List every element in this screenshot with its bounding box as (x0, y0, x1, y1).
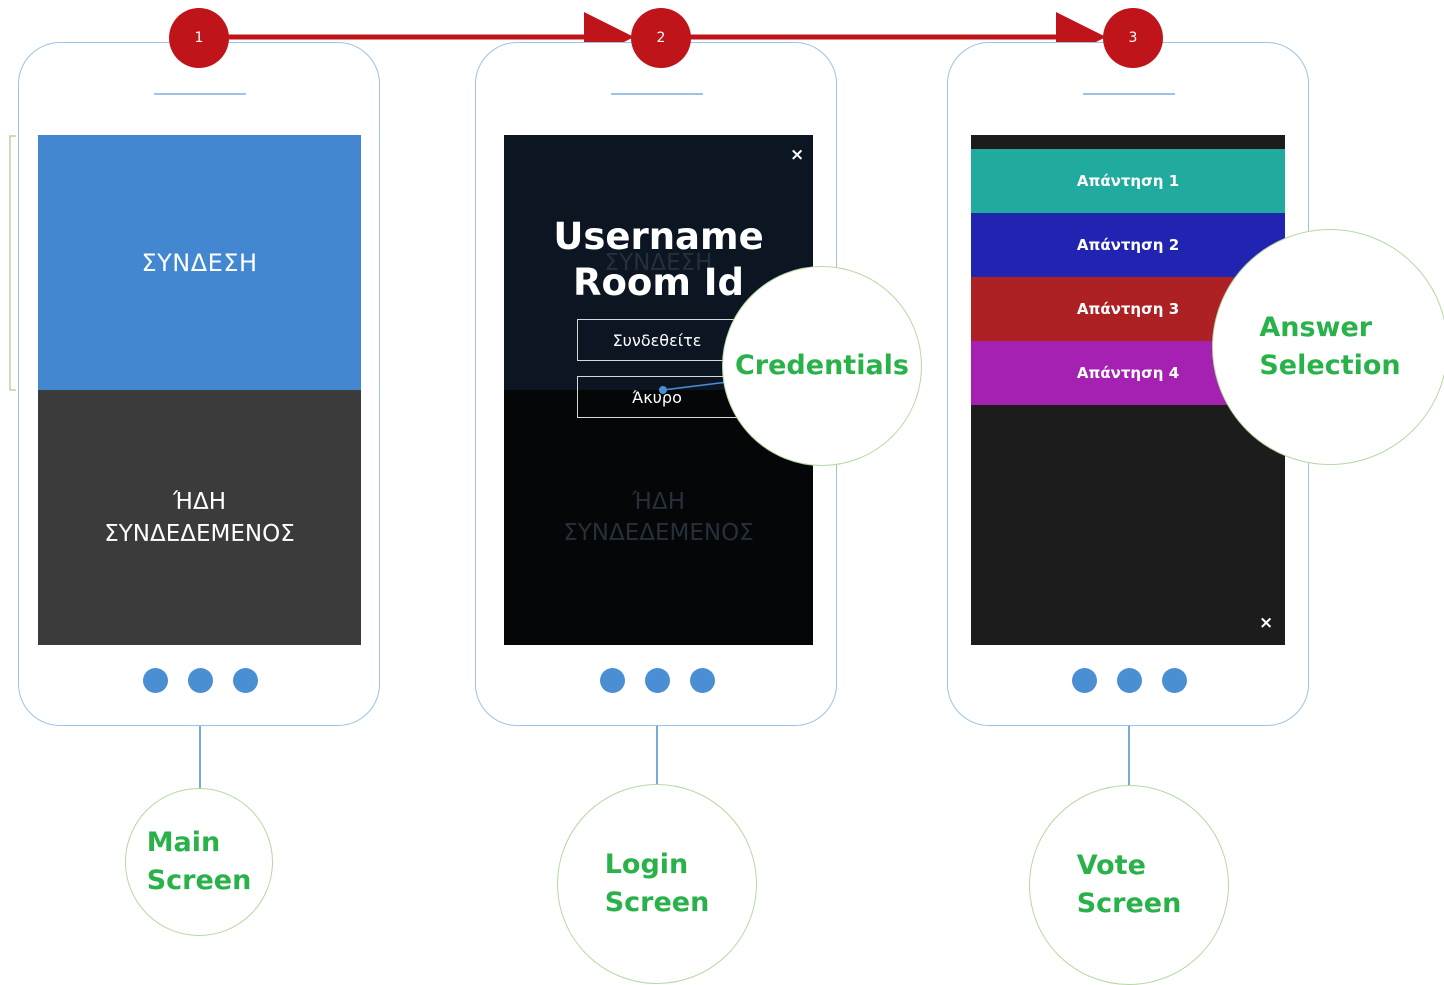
answer-callout-line1: Answer (1259, 312, 1373, 343)
vote-screen-callout: Vote Screen (1029, 785, 1229, 985)
main-callout-line1: Main (146, 827, 221, 858)
login-screen-callout: Login Screen (557, 784, 757, 984)
vote-callout-line1: Vote (1076, 850, 1146, 881)
main-callout-line2: Screen (146, 865, 252, 896)
vote-callout-line2: Screen (1076, 888, 1182, 919)
credentials-callout: Credentials (722, 266, 922, 466)
answer-selection-callout: Answer Selection (1212, 229, 1444, 465)
main-screen-callout: Main Screen (125, 788, 273, 936)
answer-callout-line2: Selection (1259, 350, 1401, 381)
credentials-callout-label: Credentials (734, 350, 909, 381)
login-callout-line2: Screen (604, 887, 710, 918)
login-callout-line1: Login (604, 849, 689, 880)
